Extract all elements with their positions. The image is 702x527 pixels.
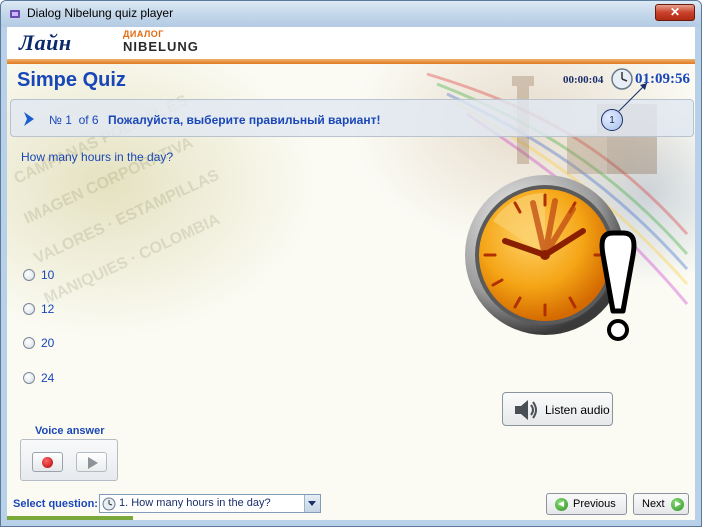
question-number: № 1 of 6 — [49, 113, 99, 127]
remaining-timer: 01:09:56 — [635, 71, 690, 87]
radio-button[interactable] — [23, 337, 35, 349]
dropdown-arrow-button[interactable] — [304, 495, 320, 512]
previous-button[interactable]: Previous — [546, 493, 627, 515]
arrow-left-icon — [555, 498, 568, 511]
app-icon — [10, 10, 20, 18]
clock-icon — [102, 497, 116, 511]
record-button[interactable] — [32, 452, 63, 472]
progress-strip — [7, 516, 133, 520]
elapsed-time: 00:00:04 — [563, 74, 604, 86]
chevron-right-icon — [24, 112, 34, 126]
question-header-bar: № 1 of 6 Пожалуйста, выберите правильный… — [10, 99, 694, 137]
app-window: Dialog Nibelung quiz player ✕ Лайн ДИАЛО… — [0, 0, 702, 527]
logo-dialog: ДИАЛОГ — [123, 29, 164, 39]
svg-text:IMAGEN CORPORATIVA: IMAGEN CORPORATIVA — [22, 134, 197, 227]
alarm-clock-exclamation-icon — [465, 175, 637, 341]
next-label: Next — [642, 498, 665, 510]
select-question-label: Select question: — [13, 498, 98, 510]
voice-answer-panel — [20, 439, 118, 481]
listen-audio-button[interactable]: Listen audio — [502, 392, 613, 426]
question-select[interactable]: 1. How many hours in the day? — [99, 494, 321, 513]
next-button[interactable]: Next — [633, 493, 689, 515]
play-button[interactable] — [76, 452, 107, 472]
answer-label: 12 — [41, 302, 55, 316]
main-content: Лайн ДИАЛОГ NIBELUNG CAMPANAS POLIVAL ES… — [7, 27, 695, 520]
chevron-down-icon — [308, 501, 316, 506]
arrow-right-icon — [671, 498, 684, 511]
listen-audio-label: Listen audio — [545, 403, 610, 417]
svg-text:MANIQUIES · COLOMBIA: MANIQUIES · COLOMBIA — [42, 211, 224, 308]
window-close-button[interactable]: ✕ — [655, 4, 695, 21]
logo-nibelung: NIBELUNG — [123, 39, 199, 54]
record-icon — [42, 457, 53, 468]
selected-question-value: 1. How many hours in the day? — [119, 497, 271, 509]
clock-icon — [611, 68, 633, 90]
radio-button[interactable] — [23, 303, 35, 315]
answer-label: 24 — [41, 371, 55, 385]
speaker-icon — [515, 400, 537, 420]
window-title: Dialog Nibelung quiz player — [27, 6, 174, 20]
logo-main: Лайн — [19, 30, 72, 55]
question-instruction: Пожалуйста, выберите правильный вариант! — [108, 113, 381, 127]
timer-callout-badge: 1 — [601, 109, 623, 131]
radio-button[interactable] — [23, 269, 35, 281]
previous-label: Previous — [573, 498, 616, 510]
answer-label: 10 — [41, 268, 55, 282]
play-icon — [88, 457, 98, 469]
voice-answer-label: Voice answer — [35, 425, 105, 437]
title-bar: Dialog Nibelung quiz player ✕ — [1, 1, 701, 27]
answer-label: 20 — [41, 336, 55, 350]
radio-button[interactable] — [23, 372, 35, 384]
brand-header: Лайн ДИАЛОГ NIBELUNG — [7, 27, 695, 59]
question-text: How many hours in the day? — [21, 150, 174, 164]
quiz-title: Simpe Quiz — [17, 69, 126, 91]
